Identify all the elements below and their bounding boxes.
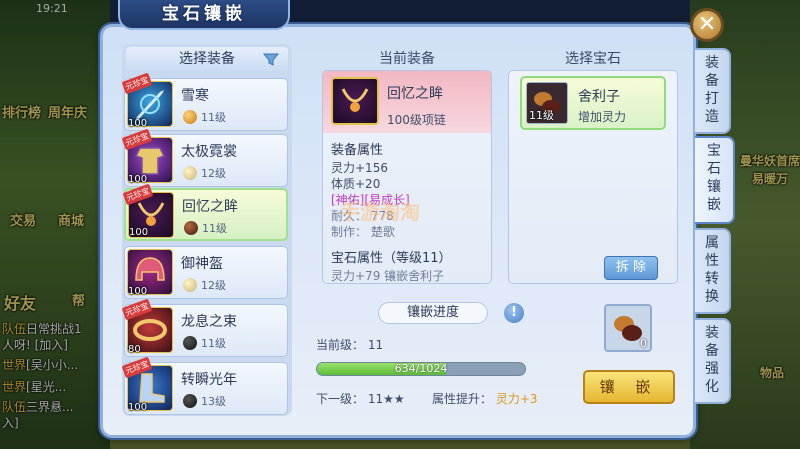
watermark: 手游淘淘 [340, 200, 420, 224]
equipment-level: 100 [128, 118, 148, 129]
current-equipment-header: 当前装备 [379, 51, 435, 67]
gem-attr-line: 灵力+79 镶嵌舍利子 [331, 269, 445, 283]
progress-text: 634/1024 [394, 362, 448, 375]
gem-level: 11级 [201, 337, 226, 350]
equipment-item-longxi[interactable]: 元珍宝 80 龙息之束 11级 [121, 298, 288, 357]
gem-attr-title: 宝石属性（等级11） [331, 251, 452, 266]
next-level-line: 下一级： 11★★ [316, 392, 405, 406]
bonus-line: 属性提升： 灵力+3 [432, 392, 538, 406]
equipment-level: 80 [128, 344, 141, 355]
current-level-line: 当前级： 11 [316, 338, 384, 352]
gem-icon [183, 166, 197, 180]
current-equipment-name: 回忆之眸 [387, 86, 443, 102]
gem-thumb: 11级 [526, 82, 568, 124]
gem-level: 12级 [201, 167, 226, 180]
current-equipment-card: 回忆之眸 100级项链 装备属性 灵力+156 体质+20 [神佑][易成长] … [322, 70, 492, 284]
close-button[interactable]: ✕ [690, 8, 724, 42]
inlay-button[interactable]: 镶 嵌 [583, 370, 675, 404]
equipment-item-huiyi[interactable]: 元珍宝 100 回忆之眸 11级 [122, 183, 288, 241]
remove-button[interactable]: 拆 除 [604, 256, 658, 280]
gem-icon [184, 221, 198, 235]
close-icon: ✕ [697, 12, 717, 37]
current-equipment-type: 100级项链 [387, 113, 446, 127]
equipment-name: 回忆之眸 [182, 199, 238, 215]
equipment-level: 100 [128, 402, 148, 413]
equipment-attr-title: 装备属性 [331, 143, 384, 158]
gem-count: 11级 [529, 109, 554, 122]
equipment-item-xuehan[interactable]: 元珍宝 100 雪寒 11级 [121, 72, 288, 131]
equipment-name: 转瞬光年 [181, 372, 237, 388]
gem-icon [183, 336, 197, 350]
equipment-attr: 灵力+156 [331, 161, 388, 175]
filter-icon[interactable] [262, 50, 280, 68]
gem-level: 11级 [202, 222, 227, 235]
equipment-name: 雪寒 [181, 88, 209, 104]
gem-level: 12级 [201, 279, 226, 292]
tab-gem-inlay[interactable]: 宝石镶嵌 [695, 136, 735, 224]
current-equipment-thumb [331, 77, 379, 125]
gem-slot[interactable]: 0 [604, 304, 652, 352]
progress-bar: 634/1024 [316, 362, 526, 376]
inlay-progress-title: 镶嵌进度 [378, 302, 488, 324]
panel-title: 宝石镶嵌 [118, 0, 290, 30]
tab-attribute-convert[interactable]: 属性转换 [695, 228, 731, 314]
maker: 制作： 楚歌 [331, 225, 395, 239]
gem-level: 11级 [201, 111, 226, 124]
equipment-item-zhuanshun[interactable]: 元珍宝 100 转瞬光年 13级 [121, 356, 288, 415]
gem-icon [183, 278, 197, 292]
equipment-attr: 体质+20 [331, 177, 381, 191]
gem-level: 13级 [201, 395, 226, 408]
equipment-level: 100 [128, 286, 148, 297]
info-icon[interactable]: ! [504, 303, 524, 323]
equipment-item-yushen[interactable]: 100 御神盔 12级 [124, 246, 288, 299]
necklace-icon [341, 88, 369, 112]
equipment-name: 龙息之束 [181, 314, 237, 330]
equipment-level: 100 [129, 227, 149, 238]
gem-name: 舍利子 [578, 89, 620, 105]
equipment-name: 御神盔 [181, 256, 223, 272]
tab-equipment-enhance[interactable]: 装备强化 [695, 318, 731, 404]
gem-option-sheli[interactable]: 11级 舍利子 增加灵力 [520, 76, 666, 130]
tab-equipment-forge[interactable]: 装备打造 [695, 48, 731, 134]
gem-desc: 增加灵力 [578, 110, 627, 124]
equipment-level: 100 [128, 174, 148, 185]
gem-icon [183, 110, 197, 124]
slot-count: 0 [640, 337, 647, 350]
equipment-item-taiji[interactable]: 元珍宝 100 太极霓裳 12级 [121, 128, 288, 187]
gem-icon [183, 394, 197, 408]
equipment-name: 太极霓裳 [181, 144, 237, 160]
select-gem-header: 选择宝石 [565, 51, 621, 67]
